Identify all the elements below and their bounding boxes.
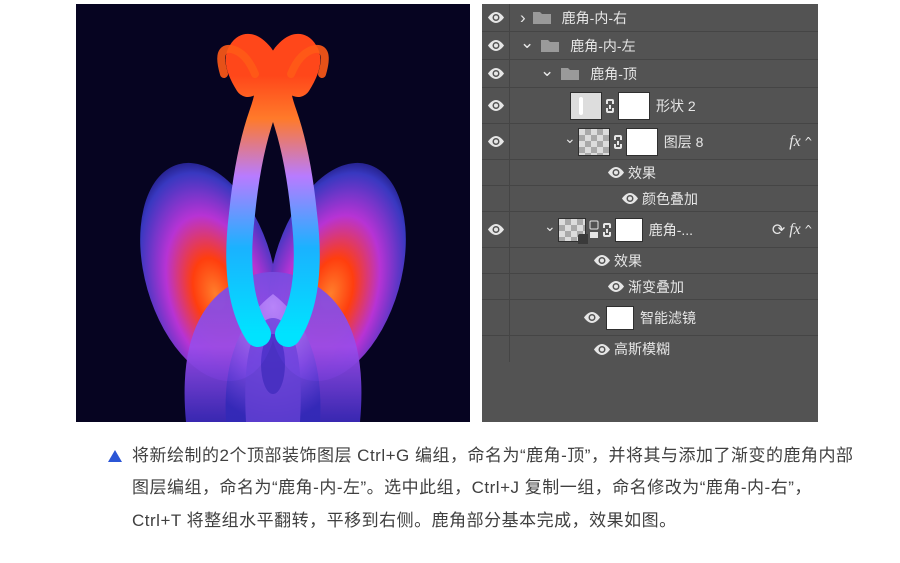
link-icon <box>605 98 615 114</box>
layer-label: 图层 8 <box>664 132 789 152</box>
layer-row-layer8[interactable]: 图层 8 fx <box>482 124 818 160</box>
eye-icon[interactable] <box>488 40 504 51</box>
eye-icon[interactable] <box>594 344 610 355</box>
layer-label: 形状 2 <box>656 96 818 116</box>
eye-icon[interactable] <box>608 281 624 292</box>
fx-collapse-icon[interactable] <box>805 221 812 239</box>
layer-row-gradient-overlay[interactable]: 渐变叠加 <box>482 274 818 300</box>
layer-label: 鹿角-顶 <box>590 64 818 84</box>
link-icon <box>613 134 623 150</box>
chevron-down-icon[interactable] <box>564 133 576 150</box>
layer-row-gaussian-blur[interactable]: 高斯模糊 <box>482 336 818 362</box>
eye-icon[interactable] <box>622 193 638 204</box>
chevron-down-icon[interactable] <box>540 65 554 82</box>
layer-row-smart-filters[interactable]: 智能滤镜 <box>482 300 818 336</box>
eye-icon[interactable] <box>488 12 504 23</box>
caption-text: 将新绘制的2个顶部装饰图层 Ctrl+G 编组，命名为“鹿角-顶”，并将其与添加… <box>132 446 853 530</box>
layer-row-group-right[interactable]: 鹿角-内-右 <box>482 4 818 32</box>
fx-collapse-icon[interactable] <box>805 133 812 151</box>
layer-thumbnail <box>578 128 610 156</box>
layer-row-shape2[interactable]: 形状 2 <box>482 88 818 124</box>
eye-icon[interactable] <box>594 255 610 266</box>
eye-icon[interactable] <box>488 136 504 147</box>
layer-mask-thumbnail <box>626 128 658 156</box>
eye-icon[interactable] <box>608 167 624 178</box>
layer-label: 渐变叠加 <box>628 277 684 297</box>
layer-label: 鹿角-内-左 <box>570 36 818 56</box>
smart-filter-icon <box>589 220 599 239</box>
layer-row-group-left[interactable]: 鹿角-内-左 <box>482 32 818 60</box>
layer-row-effects[interactable]: 效果 <box>482 160 818 186</box>
triangle-marker-icon <box>108 450 122 462</box>
eye-icon[interactable] <box>488 68 504 79</box>
caption-block: 将新绘制的2个顶部装饰图层 Ctrl+G 编组，命名为“鹿角-顶”，并将其与添加… <box>0 422 900 537</box>
eye-icon[interactable] <box>488 224 504 235</box>
smart-object-thumbnail <box>558 218 586 242</box>
folder-icon <box>532 10 552 25</box>
layers-panel: 鹿角-内-右 鹿角-内-左 鹿角-顶 形状 2 <box>482 4 818 422</box>
link-icon <box>602 222 612 238</box>
smart-filter-mask-thumbnail <box>606 306 634 330</box>
fx-badge[interactable]: fx <box>789 221 801 239</box>
layer-label: 效果 <box>628 163 656 183</box>
eye-icon[interactable] <box>584 312 600 323</box>
fx-badge[interactable]: fx <box>789 133 801 151</box>
layer-label: 颜色叠加 <box>642 189 698 209</box>
chevron-down-icon[interactable] <box>544 221 556 238</box>
layer-label: 智能滤镜 <box>640 308 818 328</box>
layer-label: 鹿角-... <box>649 220 772 240</box>
folder-icon <box>540 38 560 53</box>
deer-illustration-image <box>76 4 470 422</box>
smart-object-icon: ⟳ <box>772 220 785 240</box>
folder-icon <box>560 66 580 81</box>
layer-mask-thumbnail <box>618 92 650 120</box>
layer-mask-thumbnail <box>615 218 643 242</box>
chevron-right-icon[interactable] <box>520 9 526 26</box>
layer-row-deer-horn-smart[interactable]: 鹿角-... ⟳ fx <box>482 212 818 248</box>
layer-row-color-overlay[interactable]: 颜色叠加 <box>482 186 818 212</box>
layer-label: 鹿角-内-右 <box>562 8 818 28</box>
layer-label: 效果 <box>614 251 642 271</box>
layer-label: 高斯模糊 <box>614 339 670 359</box>
layer-row-effects-2[interactable]: 效果 <box>482 248 818 274</box>
eye-icon[interactable] <box>488 100 504 111</box>
layer-row-group-top[interactable]: 鹿角-顶 <box>482 60 818 88</box>
chevron-down-icon[interactable] <box>520 37 534 54</box>
layer-thumbnail <box>570 92 602 120</box>
